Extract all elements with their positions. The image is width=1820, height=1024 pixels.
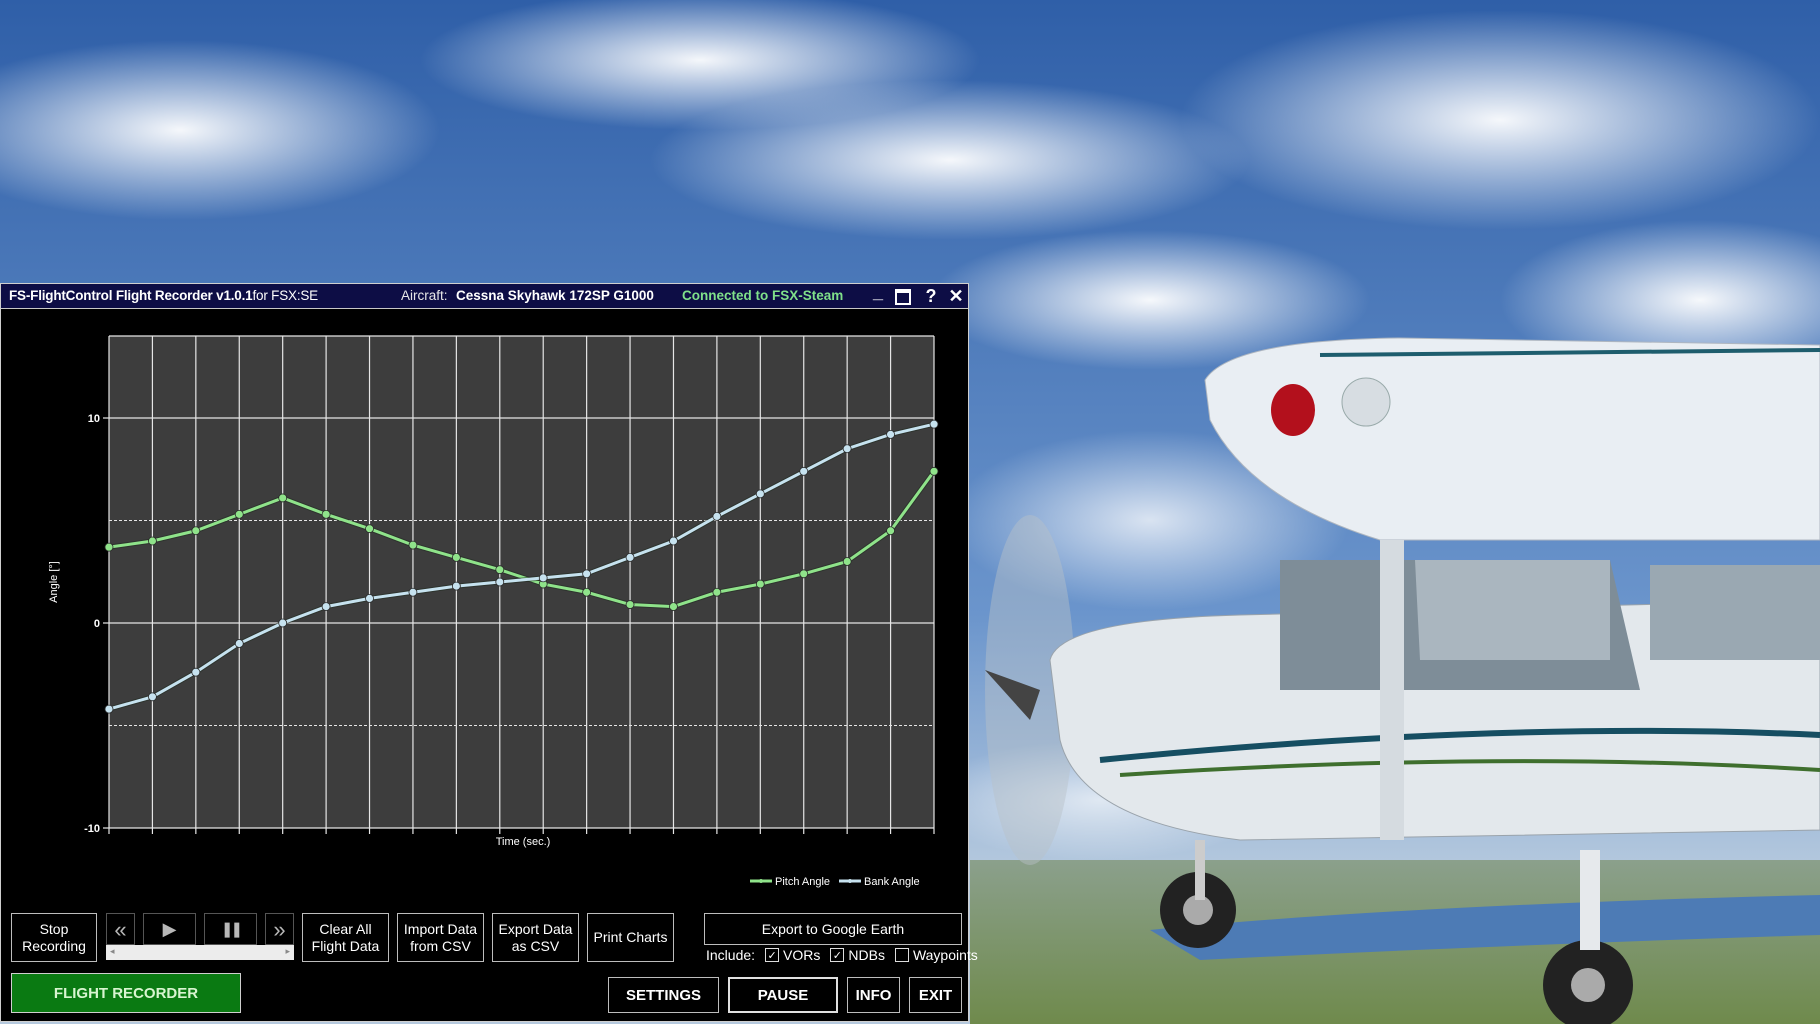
waypoints-checkbox[interactable] — [894, 948, 909, 962]
pitch-angle-point — [408, 540, 418, 550]
pitch-angle-point — [669, 602, 678, 611]
bank-angle-point — [755, 489, 765, 499]
bank-angle-point — [495, 577, 505, 587]
play-button[interactable]: ▶ — [143, 913, 196, 945]
bank-angle-point — [191, 667, 201, 677]
pitch-angle-point — [582, 587, 592, 597]
export-csv-button[interactable]: Export Data as CSV — [492, 913, 579, 962]
bank-angle-point — [104, 704, 114, 714]
pitch-angle-point — [886, 526, 895, 536]
bank-angle-point — [451, 581, 461, 591]
waypoints-label: Waypoints — [912, 947, 978, 963]
legend-marker-bank — [848, 879, 852, 883]
bank-angle-point — [669, 536, 678, 546]
pitch-angle-point — [104, 542, 114, 552]
pitch-angle-point — [842, 557, 852, 566]
settings-button[interactable]: SETTINGS — [608, 977, 719, 1013]
exit-button[interactable]: EXIT — [909, 977, 962, 1013]
print-charts-button[interactable]: Print Charts — [587, 913, 674, 962]
import-csv-button[interactable]: Import Data from CSV — [397, 913, 484, 962]
y-tick-label: 0 — [94, 618, 100, 630]
bank-angle-point — [408, 587, 418, 597]
bank-angle-point — [148, 692, 157, 702]
bank-angle-point — [321, 602, 331, 611]
x-axis-label: Time (sec.) — [496, 836, 551, 848]
pause-playback-button[interactable]: ❚❚ — [204, 913, 257, 945]
pitch-angle-point — [712, 587, 722, 597]
pitch-angle-point — [799, 569, 809, 579]
bank-angle-point — [365, 594, 374, 603]
export-google-earth-button[interactable]: Export to Google Earth — [704, 913, 962, 945]
pitch-angle-point — [278, 493, 288, 503]
vors-label: VORs — [783, 947, 821, 963]
pause-button[interactable]: PAUSE — [728, 977, 838, 1013]
pitch-angle-point — [929, 466, 939, 476]
flight-recorder-button[interactable]: FLIGHT RECORDER — [11, 973, 241, 1013]
angle-chart: -10 0 10 Angle [°] Time (sec.) Pitch Angle… — [48, 335, 939, 888]
y-tick-label: 10 — [88, 413, 100, 425]
bank-angle-point — [842, 444, 852, 454]
ndbs-checkbox[interactable]: ✓ — [830, 948, 845, 962]
bank-angle-point — [625, 553, 635, 562]
include-options: Include: ✓ VORs ✓ NDBs Waypoints — [706, 947, 978, 963]
pitch-angle-point — [451, 553, 461, 562]
vors-checkbox[interactable]: ✓ — [765, 948, 780, 962]
scroll-left-icon[interactable]: ◂ — [110, 946, 115, 957]
playback-scrollbar[interactable]: ◂ ▸ — [106, 945, 294, 960]
legend-marker-pitch — [759, 879, 763, 883]
legend-label-bank: Bank Angle — [864, 876, 920, 888]
chart-legend: Pitch Angle Bank Angle — [750, 876, 920, 888]
bank-angle-point — [712, 512, 722, 521]
bank-angle-point — [278, 618, 288, 628]
include-label: Include: — [706, 947, 756, 963]
pitch-angle-point — [321, 509, 331, 519]
pitch-angle-point — [191, 526, 201, 536]
pitch-angle-point — [148, 536, 157, 546]
ndbs-label: NDBs — [848, 947, 885, 963]
fast-forward-button[interactable]: » — [265, 913, 294, 945]
rewind-button[interactable]: « — [106, 913, 135, 945]
bank-angle-point — [582, 569, 592, 579]
stop-recording-button[interactable]: Stop Recording — [11, 913, 97, 962]
y-axis-label: Angle [°] — [48, 561, 60, 603]
info-button[interactable]: INFO — [847, 977, 900, 1013]
clear-all-flight-data-button[interactable]: Clear All Flight Data — [302, 913, 389, 962]
y-tick-label: -10 — [84, 823, 100, 835]
pitch-angle-point — [755, 579, 765, 589]
pitch-angle-point — [495, 565, 505, 575]
pitch-angle-point — [234, 509, 244, 519]
pitch-angle-point — [625, 600, 635, 609]
scroll-right-icon[interactable]: ▸ — [285, 946, 290, 957]
bank-angle-point — [234, 639, 244, 648]
bank-angle-point — [538, 573, 548, 583]
pitch-angle-point — [365, 524, 374, 534]
bank-angle-point — [929, 419, 939, 429]
legend-label-pitch: Pitch Angle — [775, 876, 830, 888]
bank-angle-point — [886, 429, 895, 439]
bank-angle-point — [799, 466, 809, 476]
